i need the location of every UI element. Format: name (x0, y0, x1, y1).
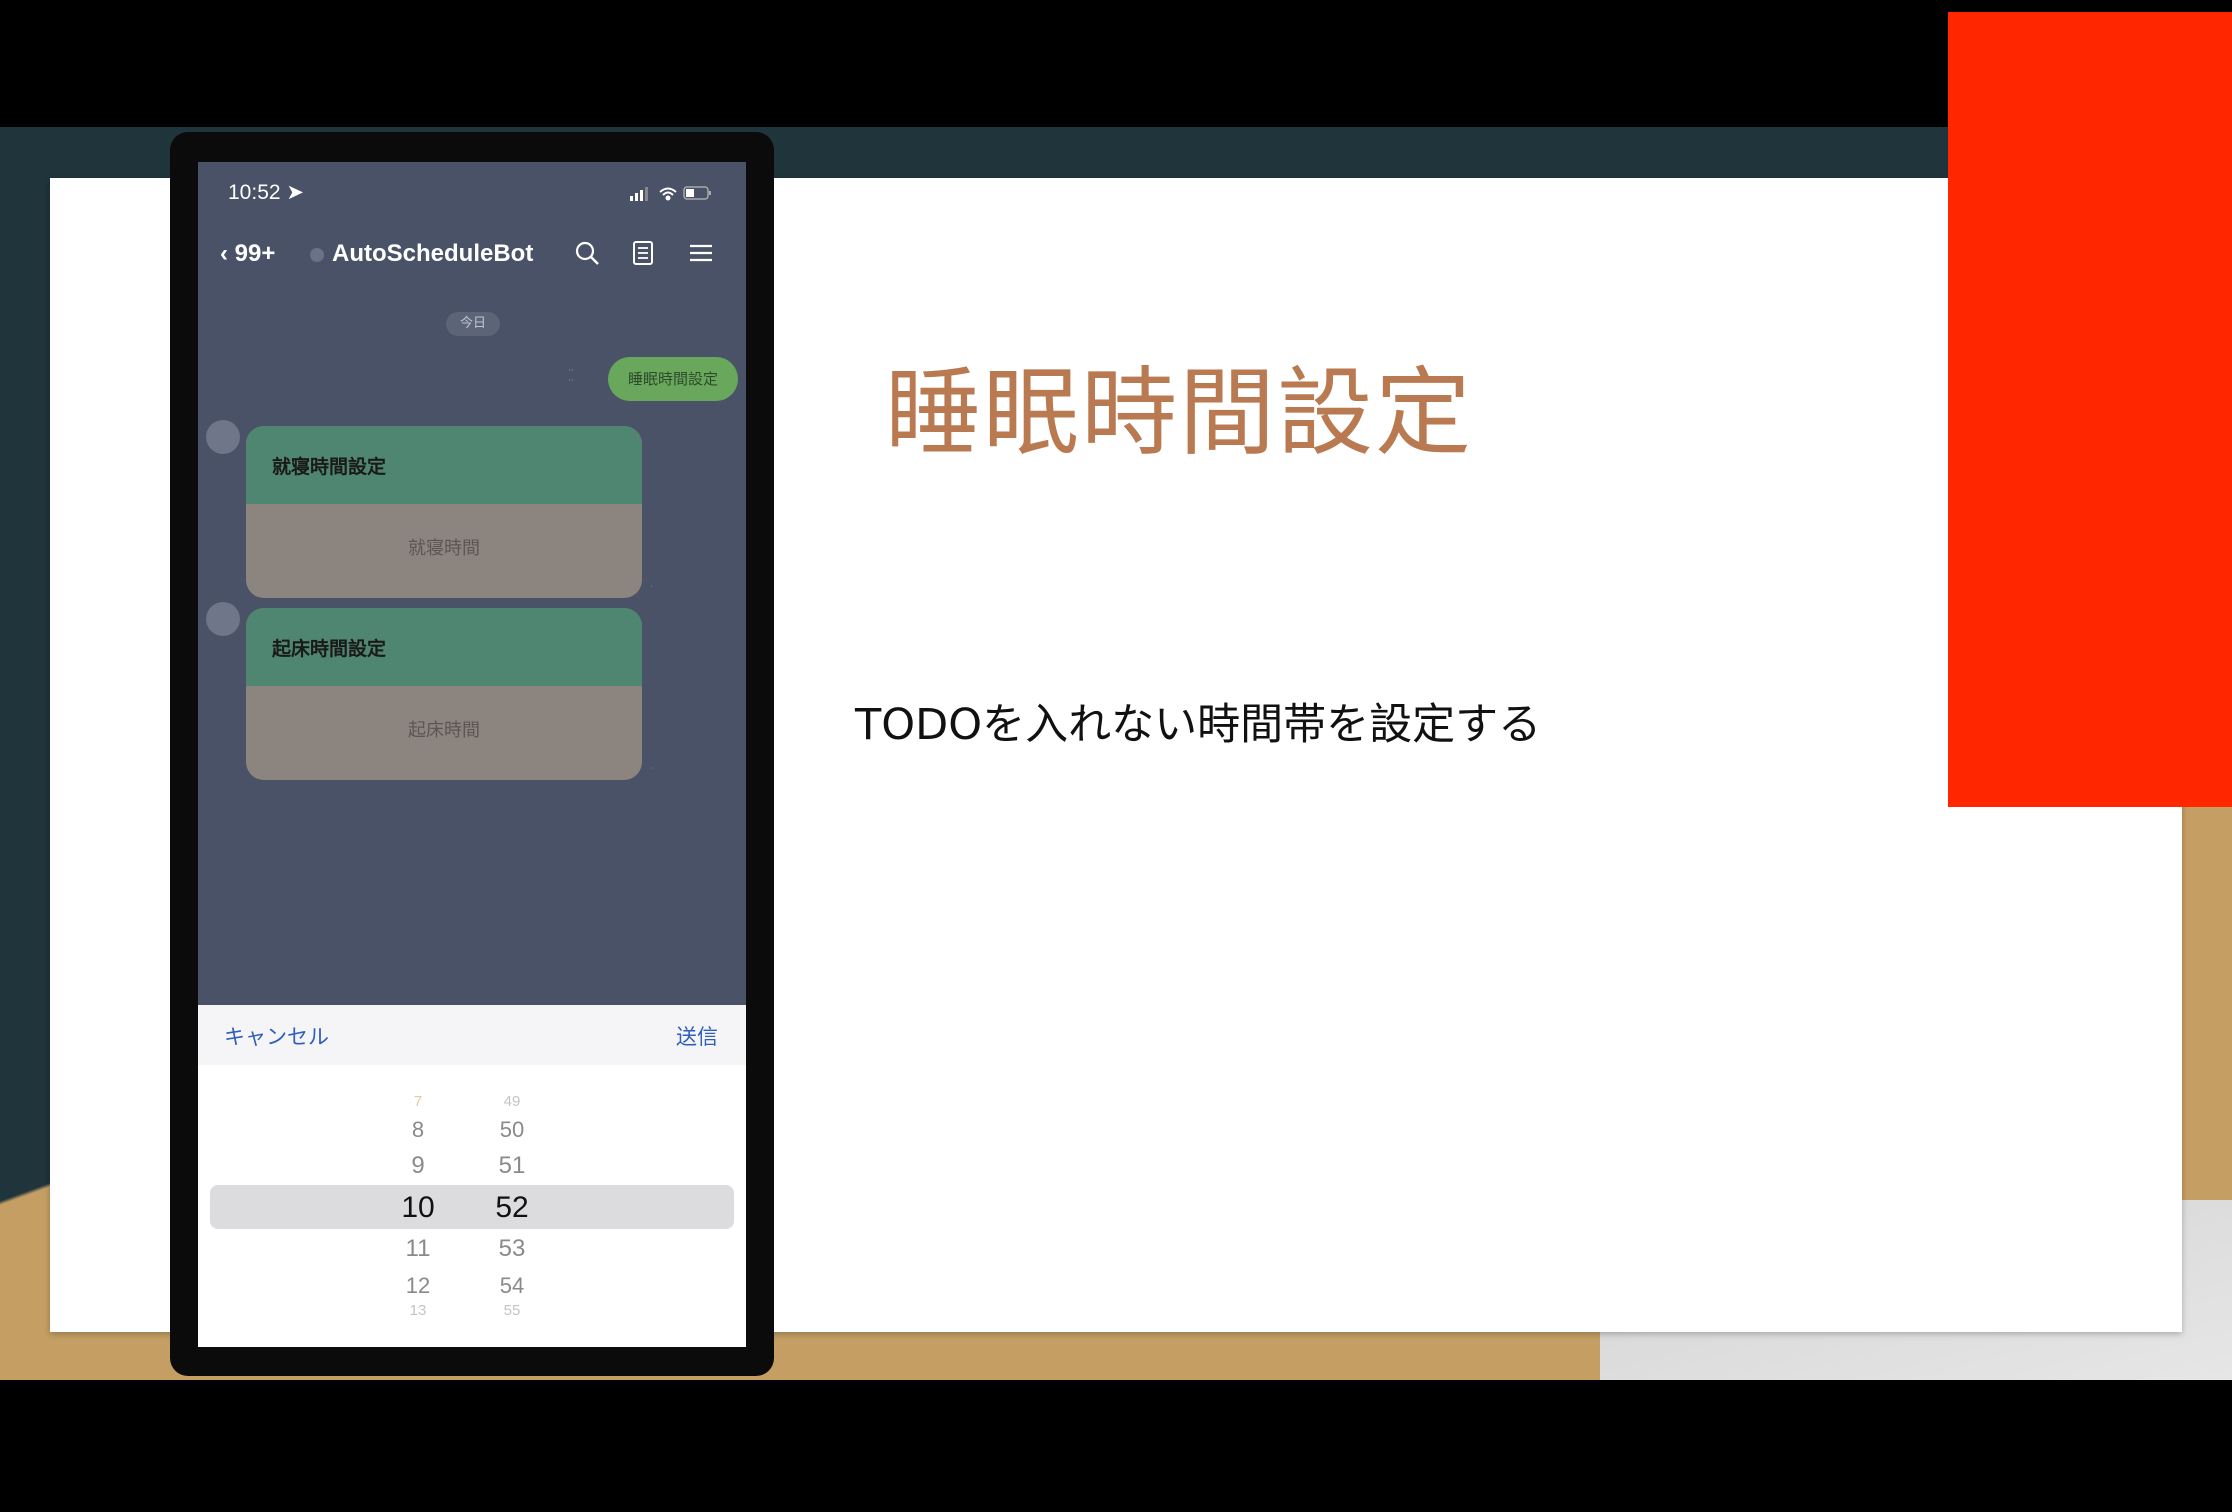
chat-header: ‹ 99+ AutoScheduleBot (198, 222, 746, 292)
minute-option: 50 (499, 1117, 525, 1142)
cancel-button[interactable]: キャンセル (224, 1021, 329, 1051)
bot-avatar-icon (310, 247, 324, 262)
picker-toolbar: キャンセル 送信 (198, 1005, 746, 1065)
card-header: 就寝時間設定 (246, 426, 642, 504)
notes-icon[interactable] (628, 238, 658, 268)
minute-option: 53 (498, 1235, 526, 1262)
bedtime-card: 就寝時間設定 就寝時間 (246, 426, 642, 598)
minute-selected: 52 (495, 1191, 529, 1224)
hour-option: 7 (413, 1093, 423, 1110)
red-overlay-box (1948, 12, 2232, 807)
phone-frame: 10:52 ➤ ‹ 99+ AutoScheduleBot 今日 ·· ·· 睡… (170, 132, 774, 1376)
menu-icon[interactable] (686, 238, 716, 268)
card-header: 起床時間設定 (246, 608, 642, 686)
wifi-icon (659, 187, 677, 201)
minute-option: 54 (499, 1273, 525, 1298)
slide-title: 睡眠時間設定 (885, 357, 1473, 469)
chevron-left-icon: ‹ (220, 240, 235, 267)
sent-message-bubble[interactable]: 睡眠時間設定 (608, 357, 738, 401)
bedtime-button[interactable]: 就寝時間 (246, 504, 642, 598)
status-bar: 10:52 ➤ (198, 162, 746, 222)
wakeup-button[interactable]: 起床時間 (246, 686, 642, 780)
read-receipt: ·· ·· (568, 366, 574, 386)
minute-option: 49 (503, 1093, 521, 1110)
battery-icon (683, 186, 711, 200)
minute-option: 55 (503, 1302, 521, 1319)
chat-title: AutoScheduleBot (310, 240, 533, 268)
hour-option: 13 (409, 1302, 427, 1319)
time-picker-sheet: キャンセル 送信 7 8 9 10 11 12 13 49 50 51 52 5… (198, 1005, 746, 1347)
hour-selected: 10 (401, 1191, 435, 1224)
phone-screen: 10:52 ➤ ‹ 99+ AutoScheduleBot 今日 ·· ·· 睡… (198, 162, 746, 1347)
status-icons (630, 186, 711, 201)
date-separator: 今日 (446, 312, 500, 336)
slide-body-text: TODOを入れない時間帯を設定する (855, 700, 1542, 750)
hour-option: 9 (411, 1152, 425, 1179)
bot-avatar[interactable] (206, 602, 240, 636)
chat-title-text: AutoScheduleBot (332, 240, 534, 267)
minute-option: 51 (498, 1152, 526, 1179)
unread-count: 99+ (234, 240, 276, 267)
search-icon[interactable] (572, 238, 602, 268)
status-time: 10:52 ➤ (228, 181, 304, 204)
hour-option: 12 (405, 1273, 431, 1298)
wakeup-card: 起床時間設定 起床時間 (246, 608, 642, 780)
signal-icon (630, 187, 648, 201)
hour-option: 11 (405, 1235, 431, 1262)
send-button[interactable]: 送信 (676, 1021, 718, 1051)
hour-option: 8 (411, 1117, 425, 1142)
message-time: · (650, 582, 653, 592)
message-time: · (650, 764, 653, 774)
back-button[interactable]: ‹ 99+ (220, 240, 275, 268)
screen-recording: 睡眠時間設定 TODOを入れない時間帯を設定する 10:52 ➤ ‹ 99+ A… (0, 0, 2232, 1512)
bot-avatar[interactable] (206, 420, 240, 454)
